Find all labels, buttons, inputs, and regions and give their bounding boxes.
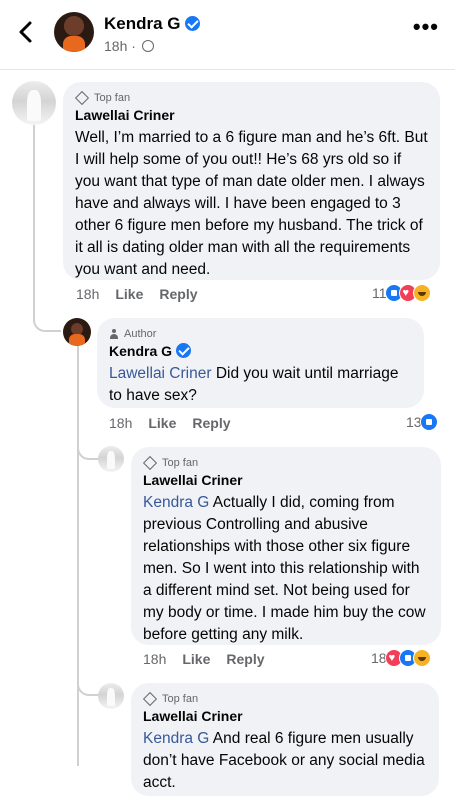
author-badge: Author bbox=[109, 328, 412, 340]
comment-bubble[interactable]: Top fan Lawellai Criner Kendra G And rea… bbox=[131, 683, 439, 796]
more-dots-icon[interactable]: ••• bbox=[413, 16, 439, 38]
comment-bubble[interactable]: Top fan Lawellai Criner Well, I’m marrie… bbox=[63, 82, 440, 280]
top-fan-badge: Top fan bbox=[74, 90, 428, 106]
comment-bubble[interactable]: Author Kendra G Lawellai Criner Did you … bbox=[97, 318, 424, 408]
comment-author[interactable]: Lawellai Criner bbox=[75, 107, 428, 123]
comment-time: 18h bbox=[109, 415, 133, 431]
comment-actions: 18h Like Reply bbox=[109, 415, 231, 431]
post-header: Kendra G 18h · ••• bbox=[0, 0, 455, 70]
haha-icon bbox=[412, 649, 431, 667]
comment-text: Lawellai Criner Did you wait until marri… bbox=[109, 365, 399, 404]
person-icon bbox=[109, 329, 119, 339]
reaction-summary[interactable]: 11 bbox=[372, 284, 431, 302]
top-fan-badge: Top fan bbox=[142, 455, 429, 471]
diamond-icon bbox=[142, 455, 158, 471]
globe-icon bbox=[141, 40, 154, 52]
avatar[interactable] bbox=[54, 12, 94, 52]
comment-bubble[interactable]: Top fan Lawellai Criner Kendra G Actuall… bbox=[131, 447, 441, 645]
top-fan-badge: Top fan bbox=[142, 691, 427, 707]
comment-actions: 18h Like Reply bbox=[76, 286, 198, 302]
reply-button[interactable]: Reply bbox=[226, 651, 264, 667]
mention-link[interactable]: Kendra G bbox=[143, 494, 209, 511]
reaction-summary[interactable]: 13 bbox=[406, 413, 438, 431]
avatar[interactable] bbox=[98, 446, 124, 472]
comment-text: Kendra G Actually I did, coming from pre… bbox=[143, 494, 426, 643]
mention-link[interactable]: Kendra G bbox=[143, 730, 209, 747]
post-time: 18h bbox=[104, 38, 128, 54]
like-button[interactable]: Like bbox=[148, 415, 176, 431]
avatar[interactable] bbox=[98, 683, 124, 709]
reaction-summary[interactable]: 18 bbox=[371, 649, 431, 667]
comment-time: 18h bbox=[76, 286, 100, 302]
verified-badge-icon bbox=[176, 343, 192, 358]
avatar[interactable] bbox=[12, 81, 56, 125]
thread-connector bbox=[33, 300, 61, 332]
reply-button[interactable]: Reply bbox=[192, 415, 230, 431]
chevron-left-icon[interactable] bbox=[14, 17, 38, 47]
diamond-icon bbox=[142, 691, 158, 707]
comment-text: Well, I’m married to a 6 figure man and … bbox=[75, 129, 428, 278]
comment-actions: 18h Like Reply bbox=[143, 651, 265, 667]
thread-line bbox=[77, 346, 79, 766]
comment-author[interactable]: Kendra G bbox=[109, 343, 412, 359]
thread-connector bbox=[77, 440, 99, 460]
page-title[interactable]: Kendra G bbox=[104, 14, 200, 34]
reply-button[interactable]: Reply bbox=[159, 286, 197, 302]
like-button[interactable]: Like bbox=[182, 651, 210, 667]
like-button[interactable]: Like bbox=[115, 286, 143, 302]
verified-badge-icon bbox=[184, 16, 200, 31]
comment-author[interactable]: Lawellai Criner bbox=[143, 708, 427, 724]
post-meta: 18h · bbox=[104, 38, 154, 54]
thread-line bbox=[33, 125, 35, 320]
thread-connector bbox=[77, 676, 99, 696]
mention-link[interactable]: Lawellai Criner bbox=[109, 365, 212, 382]
avatar[interactable] bbox=[63, 318, 91, 346]
comment-author[interactable]: Lawellai Criner bbox=[143, 472, 429, 488]
haha-icon bbox=[412, 284, 431, 302]
comment-text: Kendra G And real 6 figure men usually d… bbox=[143, 730, 425, 791]
diamond-icon bbox=[74, 90, 90, 106]
like-icon bbox=[419, 413, 438, 431]
comment-time: 18h bbox=[143, 651, 167, 667]
